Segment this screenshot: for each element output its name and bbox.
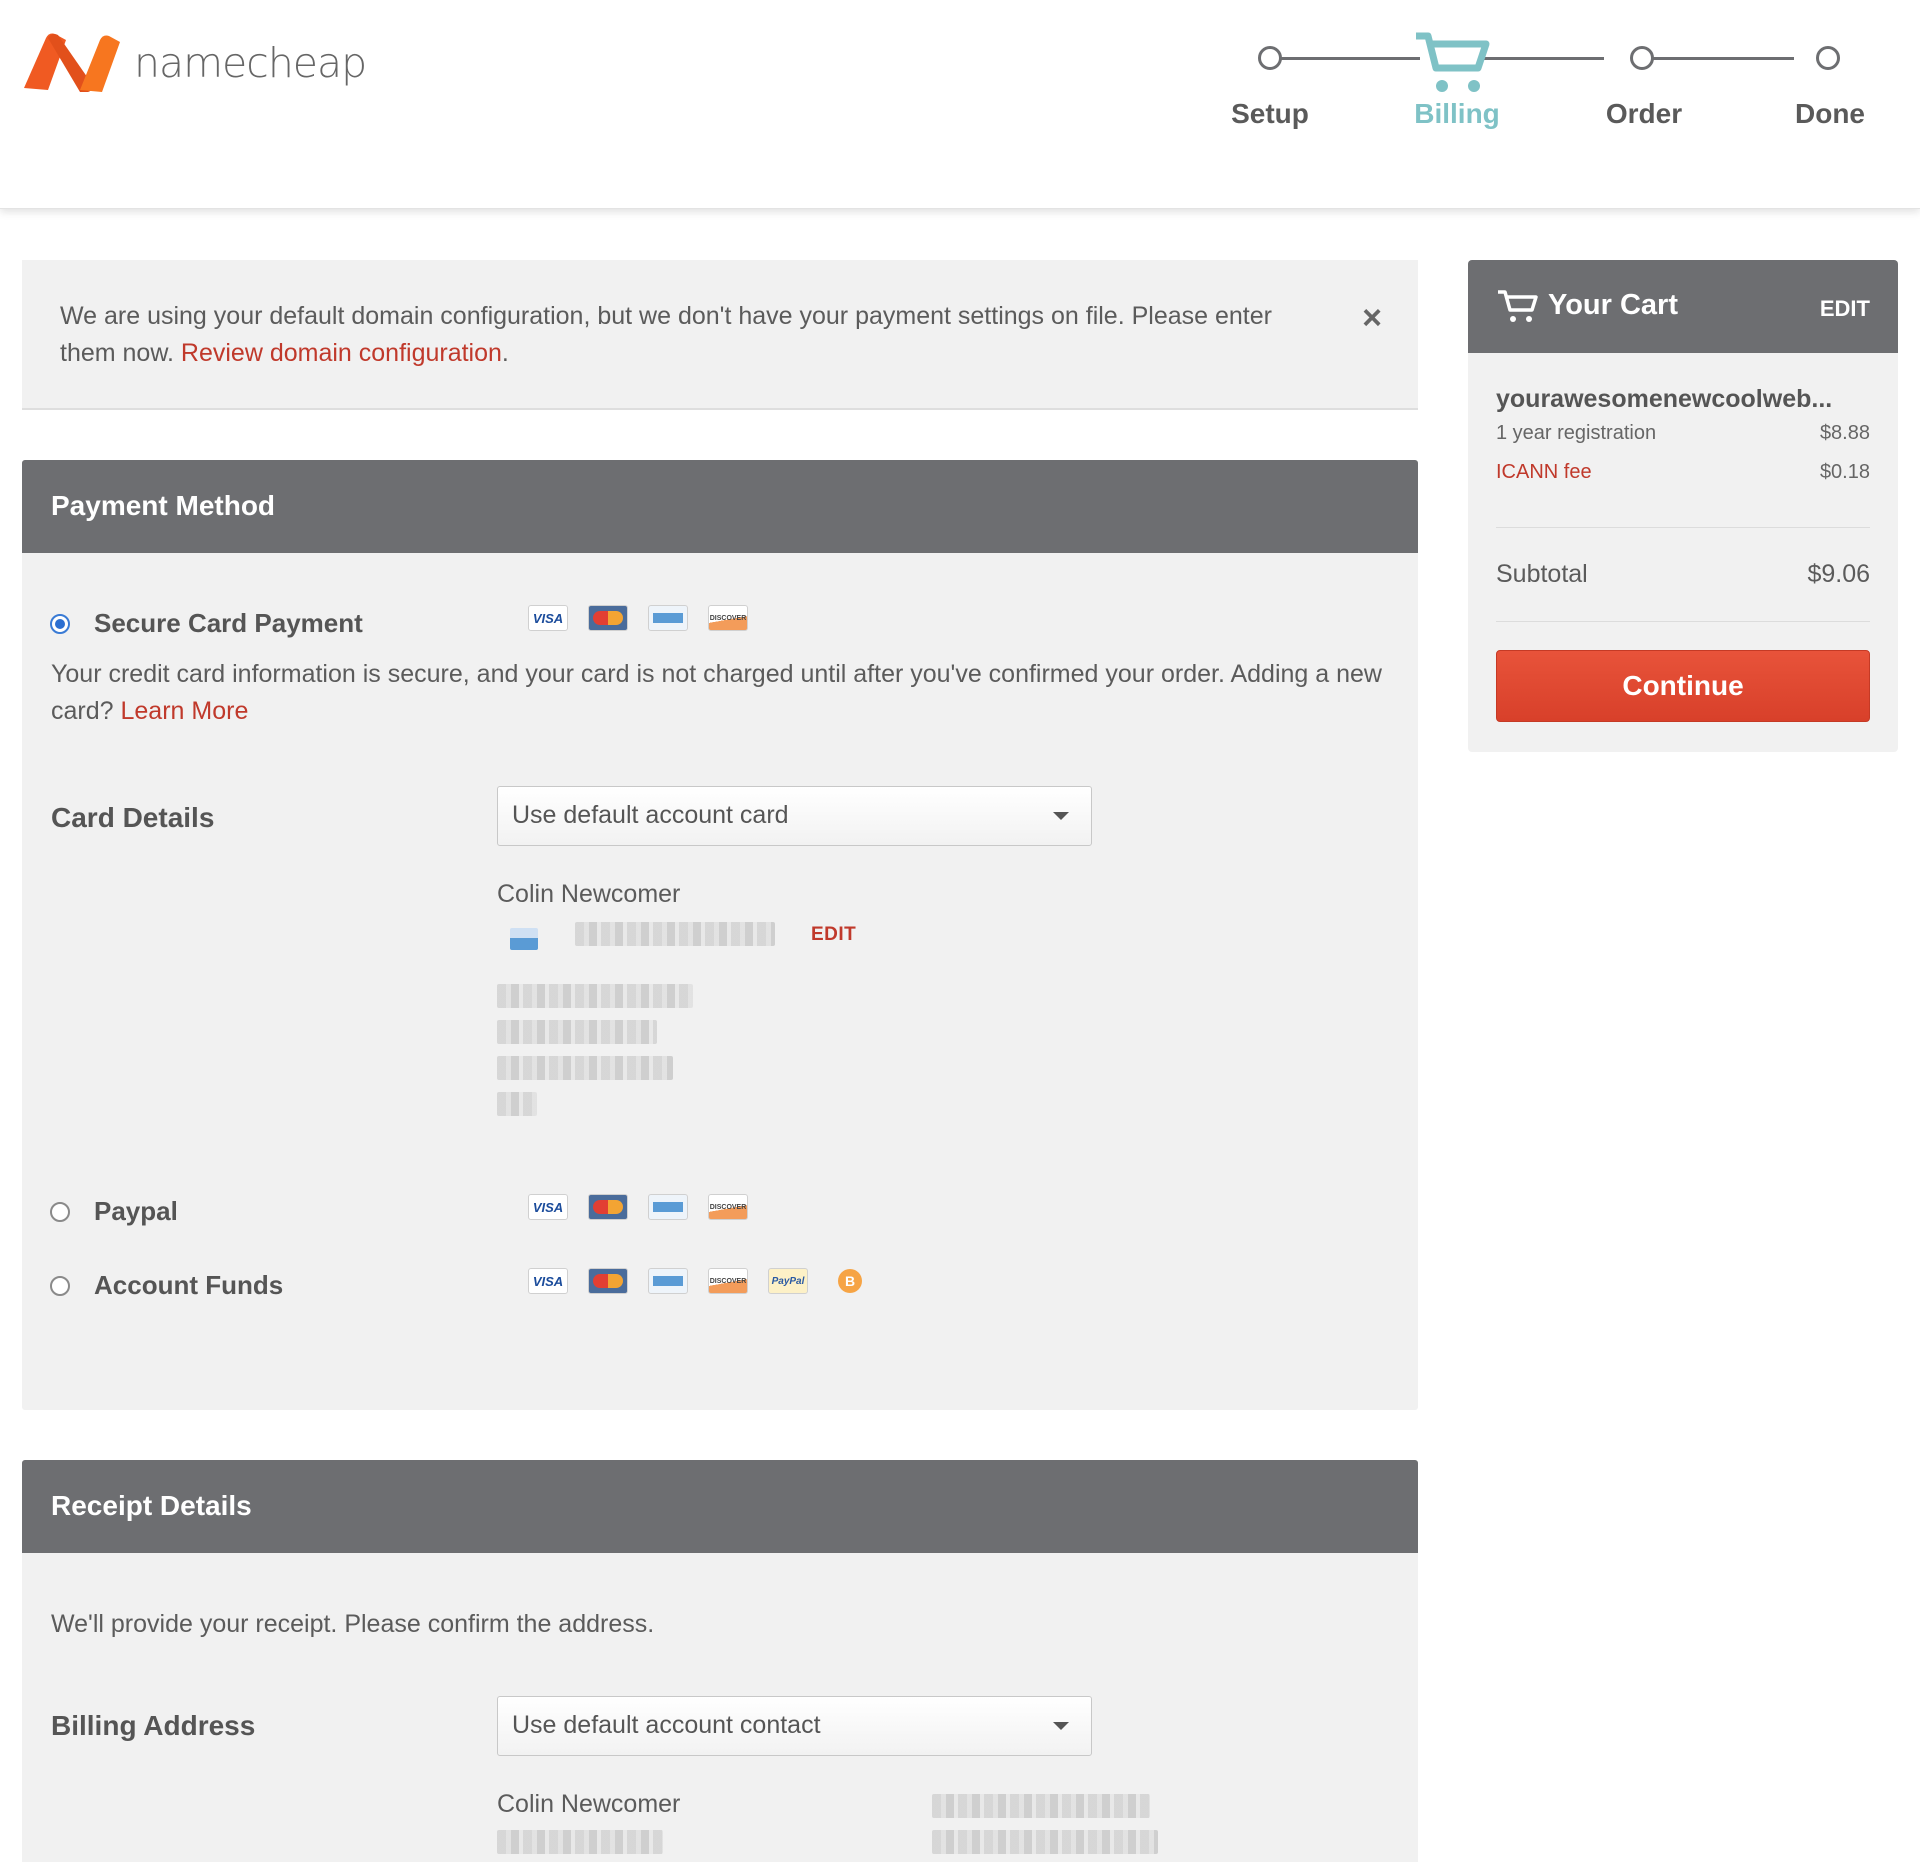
secure-card-text: Your credit card information is secure, …	[51, 660, 1382, 725]
close-icon[interactable]: ×	[1362, 300, 1382, 337]
notice-suffix: .	[501, 339, 509, 367]
secure-card-description: Your credit card information is secure, …	[51, 656, 1391, 730]
paypal-label: Paypal	[94, 1196, 178, 1226]
secure-card-radio[interactable]	[50, 613, 70, 634]
billing-address-redacted	[932, 1830, 1158, 1854]
line-label[interactable]: ICANN fee	[1496, 461, 1592, 484]
billing-contact-name: Colin Newcomer	[497, 1790, 681, 1818]
bitcoin-icon: B	[838, 1269, 862, 1293]
cart-header: Your Cart EDIT	[1468, 260, 1898, 353]
step-done-dot	[1816, 46, 1840, 70]
cart-domain-name: yourawesomenewcoolweb...	[1496, 385, 1833, 413]
card-address-redacted	[497, 1020, 657, 1044]
progress-line	[1270, 57, 1420, 60]
config-notice: We are using your default domain configu…	[22, 260, 1418, 410]
line-label: 1 year registration	[1496, 422, 1657, 444]
billing-address-select[interactable]: Use default account contact	[497, 1696, 1092, 1756]
cart-title: Your Cart	[1548, 289, 1678, 321]
cart-line-registration: 1 year registration $8.88	[1496, 422, 1870, 445]
cart-subtotal: Subtotal $9.06	[1496, 560, 1870, 589]
visa-icon: VISA	[528, 605, 568, 631]
subtotal-label: Subtotal	[1496, 560, 1588, 588]
learn-more-link[interactable]: Learn More	[121, 697, 249, 725]
mastercard-icon	[588, 1268, 628, 1294]
continue-button[interactable]: Continue	[1496, 650, 1870, 722]
paypal-option[interactable]: Paypal	[50, 1196, 178, 1227]
checkout-progress: Setup Billing Order Done	[1220, 30, 1880, 140]
discover-icon: DISCOVER	[708, 605, 748, 631]
step-setup-dot	[1258, 46, 1282, 70]
cart-icon	[1416, 32, 1490, 92]
step-order-dot	[1630, 46, 1654, 70]
divider	[1496, 621, 1870, 622]
cart-edit-link[interactable]: EDIT	[1820, 296, 1870, 322]
mastercard-icon	[588, 605, 628, 631]
namecheap-logo-icon	[24, 33, 120, 92]
step-order-label: Order	[1605, 98, 1683, 129]
cart-summary: Your Cart EDIT yourawesomenewcoolweb... …	[1468, 260, 1898, 752]
card-brand-icon	[510, 928, 538, 950]
paypal-radio[interactable]	[50, 1201, 70, 1222]
chevron-down-icon	[1053, 812, 1069, 820]
billing-address-label: Billing Address	[51, 1710, 256, 1741]
account-funds-option[interactable]: Account Funds	[50, 1270, 283, 1301]
card-address-redacted	[497, 1056, 673, 1080]
progress-line	[1644, 57, 1794, 60]
card-select-value: Use default account card	[512, 801, 789, 829]
payment-method-title: Payment Method	[22, 460, 1418, 553]
account-funds-label: Account Funds	[94, 1270, 284, 1300]
billing-address-redacted	[932, 1794, 1150, 1818]
namecheap-logo[interactable]: namecheap	[22, 32, 367, 94]
receipt-details-panel: Receipt Details We'll provide your recei…	[22, 1460, 1418, 1862]
edit-card-link[interactable]: EDIT	[811, 924, 856, 946]
secure-card-label: Secure Card Payment	[94, 608, 363, 638]
step-billing-label: Billing	[1414, 98, 1500, 129]
cart-line-icann: ICANN fee $0.18	[1496, 461, 1870, 484]
logo-wordmark: namecheap	[134, 39, 367, 87]
card-select[interactable]: Use default account card	[497, 786, 1092, 846]
secure-card-icons: VISA DISCOVER	[528, 605, 748, 631]
review-domain-config-link[interactable]: Review domain configuration	[181, 339, 502, 367]
step-setup-label: Setup	[1231, 98, 1309, 129]
receipt-description: We'll provide your receipt. Please confi…	[51, 1610, 655, 1638]
receipt-details-title: Receipt Details	[22, 1460, 1418, 1553]
amex-icon	[648, 605, 688, 631]
amex-icon	[648, 1268, 688, 1294]
billing-email-redacted	[497, 1830, 663, 1854]
payment-method-panel: Payment Method Secure Card Payment VISA …	[22, 460, 1418, 1410]
account-funds-radio[interactable]	[50, 1275, 70, 1296]
line-price: $0.18	[1819, 461, 1870, 483]
progress-line	[1480, 57, 1604, 60]
billing-select-value: Use default account contact	[512, 1711, 821, 1739]
discover-icon: DISCOVER	[708, 1268, 748, 1294]
card-holder-name: Colin Newcomer	[497, 880, 681, 908]
secure-card-option[interactable]: Secure Card Payment	[50, 608, 363, 639]
visa-icon: VISA	[528, 1268, 568, 1294]
card-address-redacted	[497, 984, 693, 1008]
card-address-redacted	[497, 1092, 537, 1116]
amex-icon	[648, 1194, 688, 1220]
account-funds-icons: VISA DISCOVER PayPal B	[528, 1268, 862, 1294]
mastercard-icon	[588, 1194, 628, 1220]
line-price: $8.88	[1819, 422, 1870, 444]
discover-icon: DISCOVER	[708, 1194, 748, 1220]
subtotal-value: $9.06	[1807, 560, 1870, 588]
shopping-cart-icon	[1498, 290, 1538, 322]
page-header: namecheap Setup Billing Order Done	[0, 0, 1920, 209]
step-done-label: Done	[1795, 98, 1865, 129]
card-details-label: Card Details	[51, 802, 215, 833]
visa-icon: VISA	[528, 1194, 568, 1220]
card-number-redacted	[575, 922, 775, 946]
divider	[1496, 527, 1870, 528]
chevron-down-icon	[1053, 1722, 1069, 1730]
paypal-icon: PayPal	[768, 1268, 808, 1294]
paypal-card-icons: VISA DISCOVER	[528, 1194, 748, 1220]
